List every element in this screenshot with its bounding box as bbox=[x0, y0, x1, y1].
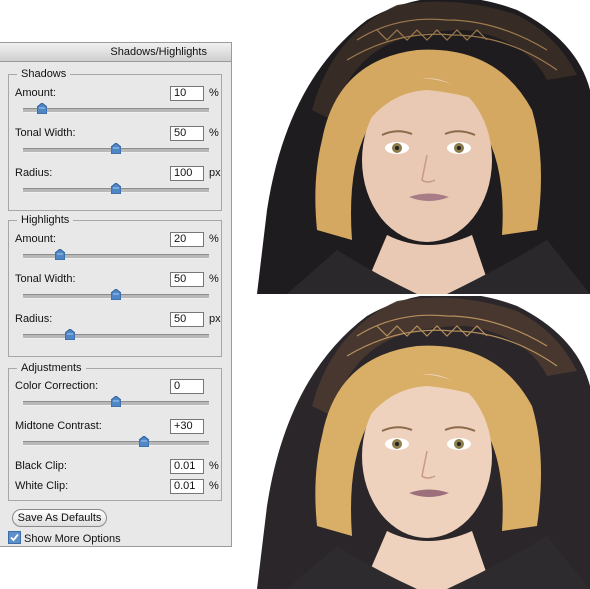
shadows-amount-slider-thumb[interactable] bbox=[36, 103, 47, 114]
checkmark-icon bbox=[10, 533, 19, 542]
white-clip-label: White Clip: bbox=[15, 480, 69, 492]
shadows-group: Shadows Amount: 10 % Tonal Width: 50 % R… bbox=[8, 68, 222, 211]
midtone-contrast-input[interactable]: +30 bbox=[170, 419, 204, 434]
shadows-radius-slider-thumb[interactable] bbox=[111, 183, 121, 194]
highlights-radius-slider-thumb[interactable] bbox=[64, 329, 75, 340]
shadows-amount-slider-track[interactable] bbox=[23, 108, 209, 113]
highlights-radius-slider-track[interactable] bbox=[23, 334, 209, 339]
save-as-defaults-button[interactable]: Save As Defaults bbox=[12, 509, 107, 527]
midtone-contrast-row: Midtone Contrast: +30 bbox=[15, 419, 215, 459]
color-correction-row: Color Correction: 0 bbox=[15, 379, 215, 419]
white-clip-input[interactable]: 0.01 bbox=[170, 479, 204, 494]
midtone-contrast-slider-thumb[interactable] bbox=[138, 436, 149, 447]
highlights-tonal-width-row: Tonal Width: 50 % bbox=[15, 272, 219, 312]
shadows-tonal-width-input[interactable]: 50 bbox=[170, 126, 204, 141]
highlights-group-title: Highlights bbox=[17, 214, 74, 226]
shadows-amount-input[interactable]: 10 bbox=[170, 86, 204, 101]
highlights-group: Highlights Amount: 20 % Tonal Width: 50 … bbox=[8, 214, 222, 357]
black-clip-label: Black Clip: bbox=[15, 460, 67, 472]
white-clip-row: White Clip: 0.01 % bbox=[15, 479, 219, 497]
black-clip-unit: % bbox=[209, 460, 219, 472]
adjustments-group-title: Adjustments bbox=[17, 362, 86, 374]
shadows-radius-unit: px bbox=[209, 167, 221, 179]
show-more-options-checkbox[interactable] bbox=[8, 531, 21, 544]
show-more-options[interactable]: Show More Options bbox=[8, 531, 121, 545]
midtone-contrast-slider-track[interactable] bbox=[23, 441, 209, 446]
shadows-tonal-width-unit: % bbox=[209, 127, 219, 139]
color-correction-slider-thumb[interactable] bbox=[111, 396, 121, 407]
highlights-radius-label: Radius: bbox=[15, 313, 53, 325]
highlights-radius-input[interactable]: 50 bbox=[170, 312, 204, 327]
photo-after bbox=[247, 296, 590, 589]
shadows-radius-row: Radius: 100 px bbox=[15, 166, 221, 206]
highlights-amount-label: Amount: bbox=[15, 233, 56, 245]
shadows-tonal-width-slider-thumb[interactable] bbox=[111, 143, 121, 154]
highlights-radius-row: Radius: 50 px bbox=[15, 312, 221, 352]
highlights-amount-slider-track[interactable] bbox=[23, 254, 209, 259]
highlights-amount-input[interactable]: 20 bbox=[170, 232, 204, 247]
black-clip-input[interactable]: 0.01 bbox=[170, 459, 204, 474]
highlights-amount-slider-thumb[interactable] bbox=[55, 249, 66, 260]
midtone-contrast-label: Midtone Contrast: bbox=[15, 420, 102, 432]
shadows-group-title: Shadows bbox=[17, 68, 71, 80]
shadows-highlights-dialog: Shadows/Highlights Shadows Amount: 10 % … bbox=[0, 42, 232, 547]
portrait-image-before bbox=[247, 0, 590, 294]
shadows-amount-row: Amount: 10 % bbox=[15, 86, 219, 126]
shadows-tonal-width-label: Tonal Width: bbox=[15, 127, 76, 139]
show-more-options-label: Show More Options bbox=[24, 533, 121, 545]
shadows-radius-input[interactable]: 100 bbox=[170, 166, 204, 181]
shadows-radius-label: Radius: bbox=[15, 167, 53, 179]
highlights-amount-unit: % bbox=[209, 233, 219, 245]
color-correction-label: Color Correction: bbox=[15, 380, 99, 392]
color-correction-input[interactable]: 0 bbox=[170, 379, 204, 394]
photo-before bbox=[247, 0, 590, 294]
highlights-tonal-width-input[interactable]: 50 bbox=[170, 272, 204, 287]
highlights-tonal-width-label: Tonal Width: bbox=[15, 273, 76, 285]
black-clip-row: Black Clip: 0.01 % bbox=[15, 459, 219, 477]
highlights-tonal-width-unit: % bbox=[209, 273, 219, 285]
portrait-image-after bbox=[247, 296, 590, 589]
highlights-tonal-width-slider-thumb[interactable] bbox=[111, 289, 121, 300]
shadows-tonal-width-row: Tonal Width: 50 % bbox=[15, 126, 219, 166]
shadows-amount-label: Amount: bbox=[15, 87, 56, 99]
highlights-amount-row: Amount: 20 % bbox=[15, 232, 219, 272]
white-clip-unit: % bbox=[209, 480, 219, 492]
highlights-radius-unit: px bbox=[209, 313, 221, 325]
adjustments-group: Adjustments Color Correction: 0 Midtone … bbox=[8, 362, 222, 501]
shadows-amount-unit: % bbox=[209, 87, 219, 99]
dialog-title: Shadows/Highlights bbox=[0, 43, 231, 62]
